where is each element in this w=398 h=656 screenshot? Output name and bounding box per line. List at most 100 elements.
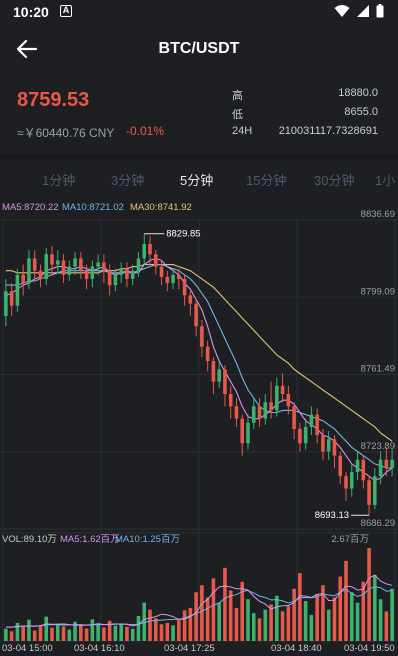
- candle-body: [38, 270, 43, 279]
- volume-bar: [148, 609, 152, 641]
- candle-body: [384, 459, 389, 468]
- price-tick-label: 8723.89: [361, 441, 395, 452]
- ma10-legend: MA10:8721.02: [62, 202, 124, 213]
- candle-body: [61, 260, 66, 275]
- candle-body: [292, 406, 296, 429]
- candle-body: [326, 439, 331, 452]
- volume-bar: [292, 588, 296, 641]
- candle-body: [321, 435, 325, 452]
- candle-body: [50, 254, 54, 265]
- high-value: 18880.0: [338, 87, 378, 99]
- candle-body: [223, 369, 227, 394]
- volume-bar: [211, 578, 216, 641]
- volume-bar: [326, 609, 331, 641]
- candle-body: [349, 472, 354, 489]
- candle-body: [130, 270, 135, 279]
- volume-bar: [355, 602, 360, 641]
- signal-icon: [357, 5, 369, 17]
- candle-body: [211, 361, 216, 382]
- candle-body: [373, 476, 377, 505]
- candle-body: [32, 258, 37, 271]
- candle-body: [96, 262, 100, 267]
- candle-body: [332, 439, 337, 456]
- volume-bar: [234, 607, 239, 641]
- volume-bar: [4, 628, 8, 641]
- volume-bar: [269, 604, 273, 641]
- price-tick-label: 8799.09: [361, 286, 395, 297]
- battery-icon: [376, 4, 384, 18]
- candle-body: [194, 303, 198, 327]
- volume-bar: [55, 623, 60, 641]
- status-time: 10:20: [13, 4, 49, 20]
- candle-body: [55, 260, 60, 265]
- volume-label: 24H: [232, 125, 253, 137]
- price-tick-label: 8761.49: [361, 364, 395, 375]
- page-title: BTC/USDT: [158, 40, 240, 57]
- app-notification-icon: A: [60, 5, 72, 17]
- candle-body: [251, 406, 256, 423]
- kline-chart[interactable]: MA5:8720.22 MA10:8721.02 MA30:8741.92 88…: [0, 196, 398, 656]
- volume-bar: [309, 614, 314, 641]
- volume-bar: [67, 629, 72, 641]
- status-bar: 10:20 A: [0, 0, 398, 24]
- volume-bar: [102, 627, 106, 641]
- candle-body: [142, 244, 147, 259]
- volume-bar: [390, 588, 394, 641]
- volume-bar: [15, 622, 20, 641]
- tab-5min[interactable]: 5分钟: [180, 170, 213, 189]
- candle-body: [159, 266, 164, 277]
- candle-body: [263, 402, 268, 419]
- tab-15min[interactable]: 15分钟: [246, 170, 286, 189]
- candle-body: [153, 254, 158, 267]
- vol-ma5-legend: MA5:1.62百万: [60, 534, 120, 545]
- low-label: 低: [232, 109, 243, 121]
- candle-body: [136, 258, 141, 271]
- volume-bar: [257, 618, 262, 641]
- volume-value: 210031117.7328691: [278, 125, 378, 137]
- candle-body: [4, 291, 8, 316]
- candle-body: [171, 274, 175, 284]
- volume-bar: [188, 607, 193, 641]
- candle-body: [228, 393, 233, 407]
- tab-30min[interactable]: 30分钟: [314, 170, 354, 189]
- tab-3min[interactable]: 3分钟: [111, 170, 144, 189]
- candle-body: [102, 262, 106, 271]
- ma30-legend: MA30:8741.92: [130, 202, 192, 213]
- time-tick-label: 03-04 15:00: [2, 643, 53, 654]
- candle-body: [113, 274, 118, 286]
- volume-bar: [384, 611, 389, 641]
- volume-bar: [21, 627, 25, 641]
- candle-body: [355, 459, 360, 473]
- volume-bar: [182, 610, 187, 641]
- interval-tabs: 1分钟 3分钟 5分钟 15分钟 30分钟 1小: [0, 160, 398, 196]
- volume-bar: [246, 599, 250, 641]
- volume-bar: [315, 593, 319, 641]
- ma5-legend: MA5:8720.22: [2, 202, 59, 213]
- candle-body: [125, 268, 129, 279]
- candle-body: [240, 418, 245, 444]
- tab-1hour[interactable]: 1小: [375, 170, 395, 189]
- candle-body: [73, 258, 77, 267]
- volume-bar: [130, 628, 135, 641]
- candle-body: [67, 266, 72, 275]
- candle-body: [257, 406, 262, 419]
- volume-bar: [84, 628, 89, 641]
- volume-bar: [159, 624, 164, 641]
- volume-bar: [228, 590, 233, 641]
- candle-body: [107, 270, 112, 286]
- tab-1min[interactable]: 1分钟: [42, 170, 75, 189]
- volume-bar: [90, 619, 95, 641]
- volume-bar: [298, 573, 302, 641]
- volume-bar: [171, 625, 175, 641]
- volume-bar: [263, 609, 268, 641]
- candle-body: [119, 268, 123, 275]
- volume-bar: [113, 625, 118, 641]
- volume-bar: [223, 567, 227, 641]
- candle-body: [9, 291, 14, 306]
- time-tick-label: 03-04 18:40: [271, 643, 322, 654]
- vol-legend: VOL:89.10万: [2, 534, 57, 545]
- candle-body: [148, 244, 152, 255]
- kline-svg[interactable]: MA5:8720.22 MA10:8721.02 MA30:8741.92 88…: [0, 196, 398, 656]
- volume-bar: [240, 581, 245, 641]
- candle-body: [205, 346, 210, 362]
